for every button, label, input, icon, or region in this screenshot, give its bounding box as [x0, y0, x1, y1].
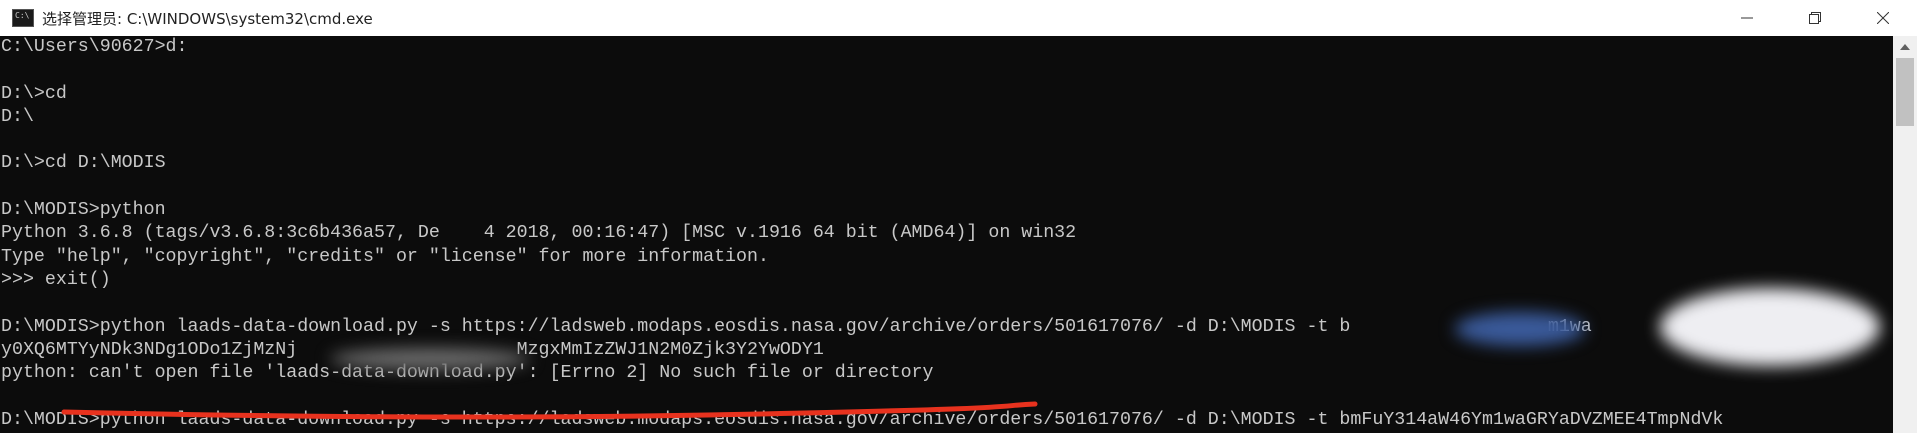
- console-line: D:\>cd D:\MODIS: [1, 153, 166, 174]
- cmd-app-icon: [12, 9, 34, 27]
- console-line: Type "help", "copyright", "credits" or "…: [1, 246, 769, 267]
- console-line: D:\MODIS>python laads-data-download.py -…: [1, 316, 1856, 337]
- console-line: >>> exit(): [1, 269, 111, 290]
- window-controls: [1713, 0, 1917, 36]
- restore-button[interactable]: [1781, 0, 1849, 36]
- minimize-button[interactable]: [1713, 0, 1781, 36]
- title-bar[interactable]: 选择管理员: C:\WINDOWS\system32\cmd.exe: [0, 0, 1917, 36]
- minimize-icon: [1741, 17, 1753, 19]
- restore-icon: [1809, 12, 1821, 24]
- console-line: C:\Users\90627>d:: [1, 37, 188, 57]
- redaction-smudge: [330, 348, 530, 370]
- red-underline-annotation: [61, 401, 1038, 420]
- chevron-up-icon: [1900, 44, 1910, 50]
- scroll-up-button[interactable]: [1893, 36, 1917, 58]
- console-line: y0XQ6MTYyNDk3NDg1ODo1ZjMzNj MzgxMmIzZWJ1…: [1, 339, 824, 360]
- console-line: D:\MODIS>python: [1, 200, 166, 221]
- error-line: python: can't open file 'laads-data-down…: [1, 363, 934, 384]
- console-line: D:\>cd: [1, 83, 67, 104]
- close-button[interactable]: [1849, 0, 1917, 36]
- scroll-thumb[interactable]: [1896, 58, 1914, 126]
- redaction-smudge: [1455, 312, 1585, 346]
- vertical-scrollbar[interactable]: [1893, 36, 1917, 433]
- close-icon: [1877, 12, 1889, 24]
- console-line: Python 3.6.8 (tags/v3.6.8:3c6b436a57, De…: [1, 223, 1077, 244]
- console-output[interactable]: C:\Users\90627>d: D:\>cd D:\ D:\>cd D:\M…: [0, 36, 1893, 433]
- window-title: 选择管理员: C:\WINDOWS\system32\cmd.exe: [42, 9, 373, 28]
- redaction-smudge: [1660, 288, 1880, 366]
- console-line: D:\: [1, 106, 34, 127]
